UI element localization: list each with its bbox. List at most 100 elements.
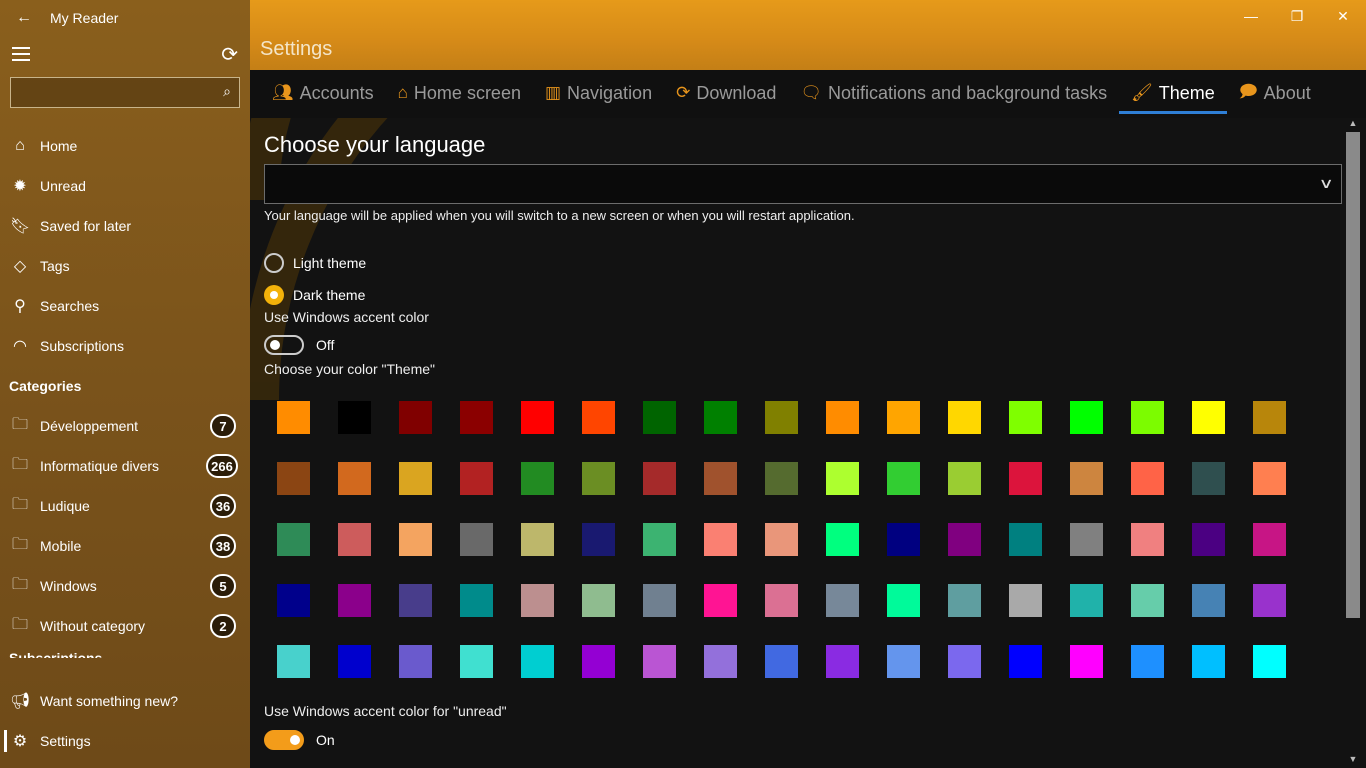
color-swatch-cell[interactable] (1117, 631, 1178, 692)
color-swatch[interactable] (399, 401, 432, 434)
color-swatch-cell[interactable] (385, 387, 446, 448)
color-swatch[interactable] (277, 584, 310, 617)
nav-item-feedback[interactable]: 📢︎ Want something new? (0, 681, 250, 721)
tab-notifications[interactable]: 🗨︎ Notifications and background tasks (788, 70, 1119, 116)
color-swatch[interactable] (460, 523, 493, 556)
color-swatch-cell[interactable] (1239, 570, 1300, 631)
color-swatch[interactable] (1070, 645, 1103, 678)
color-swatch[interactable] (704, 462, 737, 495)
color-swatch[interactable] (1192, 645, 1225, 678)
color-swatch-cell[interactable] (507, 448, 568, 509)
color-swatch-cell[interactable] (507, 631, 568, 692)
color-swatch[interactable] (399, 462, 432, 495)
color-swatch[interactable] (582, 645, 615, 678)
restore-button[interactable]: ❐ (1274, 0, 1320, 32)
color-swatch[interactable] (826, 584, 859, 617)
color-swatch[interactable] (948, 401, 981, 434)
color-swatch[interactable] (704, 523, 737, 556)
color-swatch[interactable] (1070, 462, 1103, 495)
color-swatch[interactable] (338, 523, 371, 556)
color-swatch-cell[interactable] (507, 387, 568, 448)
color-swatch[interactable] (277, 523, 310, 556)
color-swatch-cell[interactable] (1056, 631, 1117, 692)
color-swatch-cell[interactable] (385, 631, 446, 692)
color-swatch[interactable] (887, 462, 920, 495)
color-swatch-cell[interactable] (751, 509, 812, 570)
hamburger-menu-icon[interactable] (12, 47, 30, 61)
color-swatch[interactable] (338, 584, 371, 617)
color-swatch[interactable] (826, 462, 859, 495)
color-swatch-cell[interactable] (1178, 509, 1239, 570)
light-theme-radio[interactable] (264, 253, 284, 273)
nav-item-saved[interactable]: 🔖︎ Saved for later (0, 206, 250, 246)
color-swatch-cell[interactable] (1056, 509, 1117, 570)
color-swatch-cell[interactable] (934, 448, 995, 509)
color-swatch-cell[interactable] (995, 509, 1056, 570)
color-swatch[interactable] (1253, 523, 1286, 556)
color-swatch[interactable] (277, 645, 310, 678)
color-swatch[interactable] (1192, 462, 1225, 495)
color-swatch-cell[interactable] (690, 509, 751, 570)
nav-item-subscriptions[interactable]: ◠ Subscriptions (0, 326, 250, 366)
color-swatch[interactable] (948, 462, 981, 495)
color-swatch-cell[interactable] (568, 448, 629, 509)
color-swatch-cell[interactable] (385, 570, 446, 631)
color-swatch-cell[interactable] (995, 570, 1056, 631)
color-swatch-cell[interactable] (1117, 570, 1178, 631)
color-swatch[interactable] (643, 523, 676, 556)
color-swatch-cell[interactable] (1056, 570, 1117, 631)
color-swatch-cell[interactable] (324, 509, 385, 570)
color-swatch-cell[interactable] (934, 570, 995, 631)
color-swatch[interactable] (460, 584, 493, 617)
color-swatch[interactable] (1009, 462, 1042, 495)
tab-about[interactable]: 🗩︎ About (1227, 70, 1323, 116)
color-swatch[interactable] (765, 462, 798, 495)
color-swatch[interactable] (704, 401, 737, 434)
color-swatch[interactable] (460, 462, 493, 495)
color-swatch-cell[interactable] (263, 387, 324, 448)
color-swatch[interactable] (1192, 523, 1225, 556)
language-select[interactable]: ∨ (264, 164, 1342, 204)
scroll-up-arrow-icon[interactable]: ▲ (1346, 118, 1360, 132)
color-swatch-cell[interactable] (1056, 448, 1117, 509)
color-swatch[interactable] (582, 462, 615, 495)
color-swatch-cell[interactable] (568, 631, 629, 692)
color-swatch-cell[interactable] (324, 570, 385, 631)
category-item[interactable]: 🗀︎ Informatique divers 266 (0, 446, 250, 486)
color-swatch[interactable] (704, 645, 737, 678)
scroll-down-arrow-icon[interactable]: ▼ (1346, 754, 1360, 768)
dark-theme-radio[interactable] (264, 285, 284, 305)
color-swatch-cell[interactable] (324, 631, 385, 692)
color-swatch-cell[interactable] (1239, 448, 1300, 509)
color-swatch-cell[interactable] (812, 631, 873, 692)
color-swatch[interactable] (765, 645, 798, 678)
color-swatch[interactable] (460, 401, 493, 434)
color-swatch[interactable] (643, 645, 676, 678)
color-swatch[interactable] (704, 584, 737, 617)
color-swatch-cell[interactable] (629, 631, 690, 692)
color-swatch[interactable] (887, 584, 920, 617)
color-swatch-cell[interactable] (507, 509, 568, 570)
tab-accounts[interactable]: 👥︎ Accounts (260, 70, 386, 116)
color-swatch-cell[interactable] (263, 448, 324, 509)
color-swatch[interactable] (582, 401, 615, 434)
color-swatch[interactable] (643, 584, 676, 617)
color-swatch-cell[interactable] (1178, 631, 1239, 692)
color-swatch-cell[interactable] (385, 448, 446, 509)
color-swatch[interactable] (643, 401, 676, 434)
color-swatch-cell[interactable] (1117, 509, 1178, 570)
color-swatch-cell[interactable] (812, 448, 873, 509)
color-swatch-cell[interactable] (263, 631, 324, 692)
close-button[interactable]: ✕ (1320, 0, 1366, 32)
category-item[interactable]: 🗀︎ Ludique 36 (0, 486, 250, 526)
color-swatch-cell[interactable] (751, 387, 812, 448)
color-swatch[interactable] (1131, 584, 1164, 617)
tab-theme[interactable]: 🖌︎ Theme (1119, 70, 1227, 116)
color-swatch[interactable] (1131, 462, 1164, 495)
color-swatch[interactable] (582, 523, 615, 556)
color-swatch-cell[interactable] (385, 509, 446, 570)
color-swatch-cell[interactable] (1239, 631, 1300, 692)
color-swatch[interactable] (399, 645, 432, 678)
nav-item-unread[interactable]: ✹ Unread (0, 166, 250, 206)
tab-home-screen[interactable]: ⌂ Home screen (386, 70, 533, 116)
